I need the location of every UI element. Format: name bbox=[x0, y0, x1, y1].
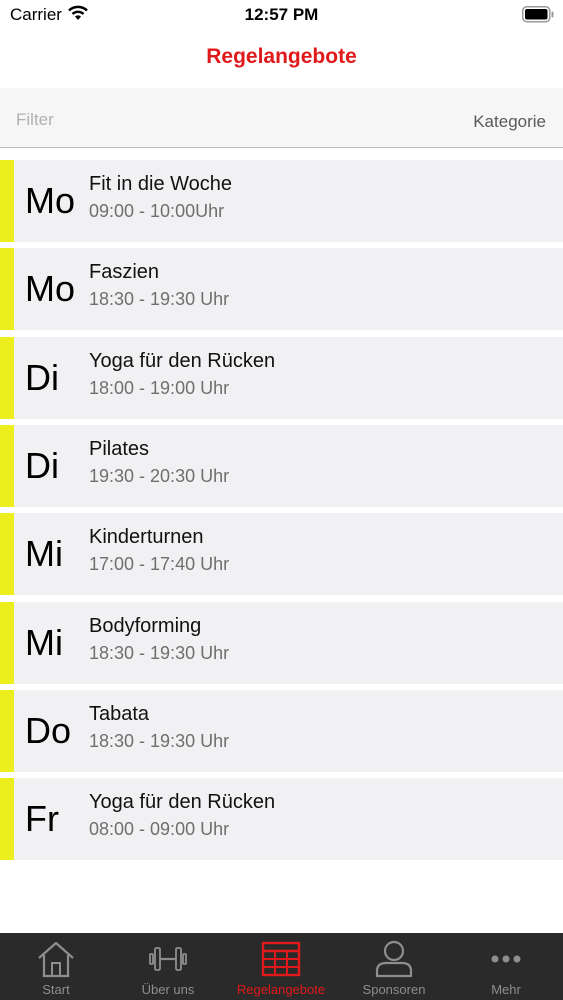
day-marker bbox=[0, 160, 14, 242]
row-time: 09:00 - 10:00Uhr bbox=[89, 201, 225, 221]
row-time: 18:30 - 19:30 Uhr bbox=[89, 643, 230, 663]
list-item[interactable]: Do Tabata 18:30 - 19:30 Uhr bbox=[0, 690, 563, 772]
tab-start[interactable]: Start bbox=[0, 933, 112, 1000]
row-time: 08:00 - 09:00 Uhr bbox=[89, 819, 230, 839]
list-item[interactable]: Mi Bodyforming 18:30 - 19:30 Uhr bbox=[0, 602, 563, 684]
row-time: 19:30 - 20:30 Uhr bbox=[89, 466, 230, 486]
row-day: Di bbox=[25, 445, 59, 486]
row-time: 18:00 - 19:00 Uhr bbox=[89, 378, 230, 398]
row-time: 17:00 - 17:40 Uhr bbox=[89, 554, 230, 574]
list-item[interactable]: Di Pilates 19:30 - 20:30 Uhr bbox=[0, 425, 563, 507]
day-marker bbox=[0, 425, 14, 507]
day-marker bbox=[0, 513, 14, 595]
row-title: Yoga für den Rücken bbox=[89, 791, 276, 813]
tab-label: Start bbox=[42, 982, 70, 997]
row-day: Do bbox=[25, 710, 72, 751]
row-title: Pilates bbox=[89, 438, 150, 460]
row-day: Mo bbox=[25, 180, 76, 221]
list-item[interactable]: Di Yoga für den Rücken 18:00 - 19:00 Uhr bbox=[0, 337, 563, 419]
row-day: Mo bbox=[25, 268, 76, 309]
row-title: Bodyforming bbox=[89, 615, 202, 637]
page-title: Regelangebote bbox=[206, 45, 357, 68]
tab-bar: Start Über uns Regelangebote Sponsoren M… bbox=[0, 933, 563, 1000]
day-marker bbox=[0, 778, 14, 860]
row-day: Di bbox=[25, 357, 59, 398]
tab-label: Regelangebote bbox=[236, 982, 326, 997]
status-time: 12:57 PM bbox=[244, 5, 319, 24]
day-marker bbox=[0, 602, 14, 684]
row-title: Yoga für den Rücken bbox=[89, 350, 276, 372]
row-title: Fit in die Woche bbox=[89, 173, 233, 195]
row-time: 18:30 - 19:30 Uhr bbox=[89, 731, 230, 751]
row-title: Faszien bbox=[89, 261, 160, 283]
battery-icon bbox=[522, 6, 554, 23]
list-item[interactable]: Mi Kinderturnen 17:00 - 17:40 Uhr bbox=[0, 513, 563, 595]
tab-mehr[interactable]: Mehr bbox=[450, 933, 562, 1000]
tab-ueber-uns[interactable]: Über uns bbox=[112, 933, 224, 1000]
status-bar: Carrier 12:57 PM bbox=[0, 0, 563, 30]
row-title: Kinderturnen bbox=[89, 526, 204, 548]
tab-label: Sponsoren bbox=[362, 982, 426, 997]
tab-sponsoren[interactable]: Sponsoren bbox=[338, 933, 450, 1000]
list-item[interactable]: Fr Yoga für den Rücken 08:00 - 09:00 Uhr bbox=[0, 778, 563, 860]
row-time: 18:30 - 19:30 Uhr bbox=[89, 289, 230, 309]
filter-input[interactable] bbox=[16, 110, 316, 130]
dumbbell-icon bbox=[149, 947, 187, 971]
person-icon bbox=[375, 940, 413, 978]
row-day: Mi bbox=[25, 622, 63, 663]
category-button[interactable]: Kategorie bbox=[473, 112, 546, 132]
tab-regelangebote[interactable]: Regelangebote bbox=[225, 933, 337, 1000]
row-day: Fr bbox=[25, 798, 59, 839]
home-icon bbox=[38, 941, 74, 978]
more-icon bbox=[491, 955, 521, 963]
filter-bar: Kategorie bbox=[0, 88, 563, 148]
row-day: Mi bbox=[25, 533, 63, 574]
day-marker bbox=[0, 337, 14, 419]
day-marker bbox=[0, 248, 14, 330]
tab-label: Mehr bbox=[491, 982, 521, 997]
row-title: Tabata bbox=[89, 703, 150, 725]
list-item[interactable]: Mo Fit in die Woche 09:00 - 10:00Uhr bbox=[0, 160, 563, 242]
list-item[interactable]: Mo Faszien 18:30 - 19:30 Uhr bbox=[0, 248, 563, 330]
tab-label: Über uns bbox=[141, 982, 195, 997]
table-icon bbox=[261, 941, 301, 977]
day-marker bbox=[0, 690, 14, 772]
